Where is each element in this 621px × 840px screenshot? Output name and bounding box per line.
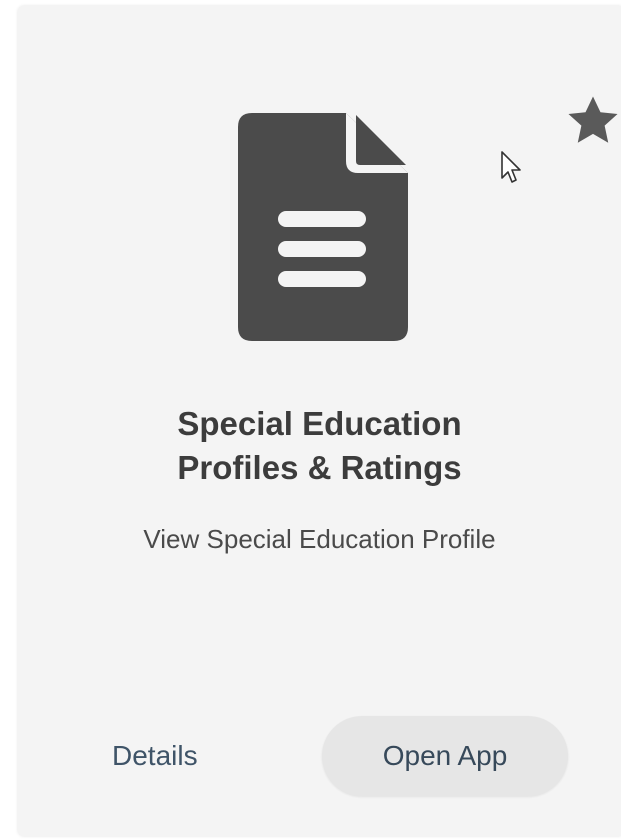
card-title-line-2: Profiles & Ratings bbox=[177, 449, 462, 486]
star-icon[interactable] bbox=[562, 90, 621, 152]
card-subtitle: View Special Education Profile bbox=[143, 524, 496, 554]
card-title: Special Education Profiles & Ratings bbox=[18, 402, 621, 490]
card-title-line-1: Special Education bbox=[177, 405, 462, 442]
document-icon bbox=[238, 113, 408, 341]
details-link[interactable]: Details bbox=[112, 738, 198, 774]
open-app-button[interactable]: Open App bbox=[322, 716, 568, 796]
